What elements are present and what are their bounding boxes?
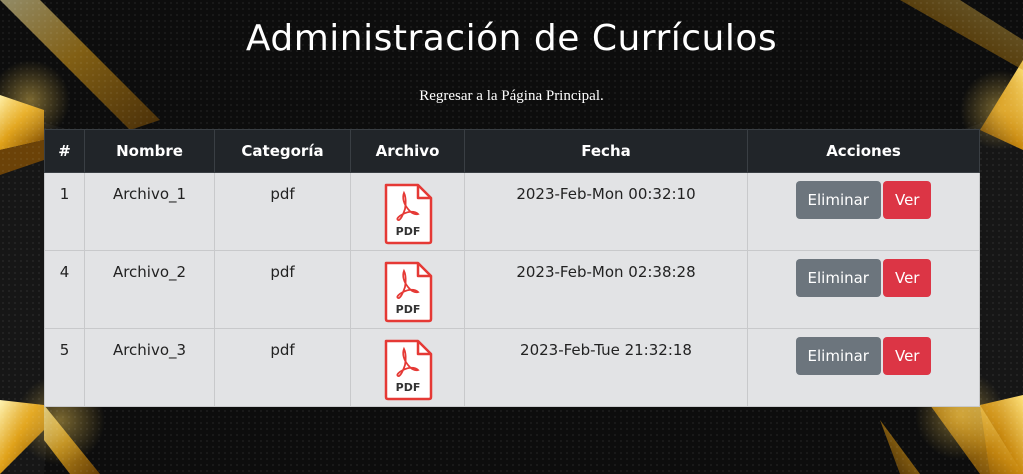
row-number: 5 [44,328,85,407]
curriculum-table: # Nombre Categoría Archivo Fecha Accione… [44,129,980,407]
row-fecha: 2023-Feb-Mon 02:38:28 [464,250,748,329]
row-archivo: PDF [350,328,465,407]
row-fecha: 2023-Feb-Tue 21:32:18 [464,328,748,407]
row-number: 1 [44,172,85,251]
curriculum-table-container: # Nombre Categoría Archivo Fecha Accione… [44,129,980,407]
column-header-archivo: Archivo [350,129,465,173]
pdf-file-icon[interactable]: PDF [382,260,434,324]
page-title: Administración de Currículos [245,18,778,59]
table-row: 1 Archivo_1 pdf PDF 2023-Feb-Mon 00:32:1… [44,172,980,251]
row-categoria: pdf [214,250,351,329]
column-header-num: # [44,129,85,173]
table-header-row: # Nombre Categoría Archivo Fecha Accione… [44,129,980,173]
delete-button[interactable]: Eliminar [795,181,881,219]
row-nombre: Archivo_1 [84,172,215,251]
table-body: 1 Archivo_1 pdf PDF 2023-Feb-Mon 00:32:1… [44,172,980,407]
row-fecha: 2023-Feb-Mon 00:32:10 [464,172,748,251]
row-archivo: PDF [350,172,465,251]
column-header-nombre: Nombre [84,129,215,173]
row-categoria: pdf [214,328,351,407]
row-actions: Eliminar Ver [747,172,980,251]
column-header-categoria: Categoría [214,129,351,173]
pdf-file-icon[interactable]: PDF [382,338,434,402]
pdf-icon-label: PDF [395,381,420,394]
view-button[interactable]: Ver [882,337,932,375]
page: Administración de Currículos Regresar a … [0,0,1023,474]
table-row: 5 Archivo_3 pdf PDF 2023-Feb-Tue 21:32:1… [44,328,980,407]
row-number: 4 [44,250,85,329]
table-header: # Nombre Categoría Archivo Fecha Accione… [44,129,980,173]
column-header-fecha: Fecha [464,129,748,173]
back-to-home-link[interactable]: Regresar a la Página Principal. [0,88,1023,105]
delete-button[interactable]: Eliminar [795,259,881,297]
view-button[interactable]: Ver [882,181,932,219]
view-button[interactable]: Ver [882,259,932,297]
row-actions: Eliminar Ver [747,328,980,407]
row-archivo: PDF [350,250,465,329]
delete-button[interactable]: Eliminar [795,337,881,375]
table-row: 4 Archivo_2 pdf PDF 2023-Feb-Mon 02:38:2… [44,250,980,329]
pdf-file-icon[interactable]: PDF [382,182,434,246]
row-actions: Eliminar Ver [747,250,980,329]
row-categoria: pdf [214,172,351,251]
row-nombre: Archivo_2 [84,250,215,329]
pdf-icon-label: PDF [395,225,420,238]
pdf-icon-label: PDF [395,303,420,316]
column-header-acciones: Acciones [747,129,980,173]
row-nombre: Archivo_3 [84,328,215,407]
